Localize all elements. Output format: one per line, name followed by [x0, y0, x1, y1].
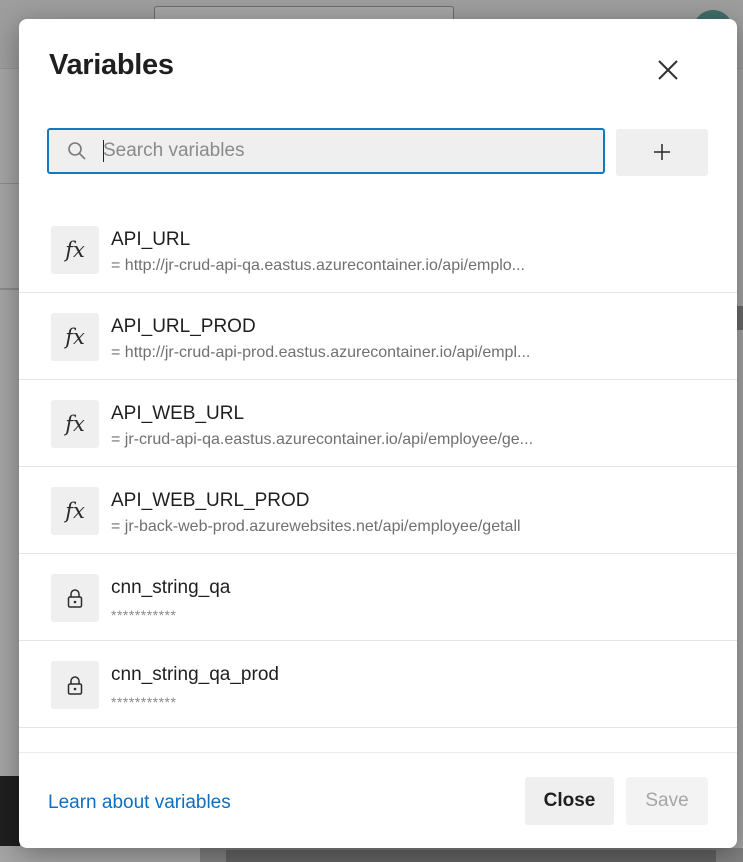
lock-icon-glyph — [67, 676, 83, 695]
fx-icon: fx — [51, 400, 99, 448]
variable-secret-value: *********** — [111, 607, 177, 623]
lock-icon — [51, 574, 99, 622]
fx-icon: fx — [51, 226, 99, 274]
search-box[interactable] — [47, 128, 605, 174]
variable-secret-value: *********** — [111, 694, 177, 710]
variable-value: = http://jr-crud-api-qa.eastus.azurecont… — [111, 257, 525, 274]
add-variable-button[interactable] — [616, 129, 708, 176]
variable-row[interactable]: fx API_WEB_URL = jr-crud-api-qa.eastus.a… — [19, 380, 737, 467]
fx-icon: fx — [51, 487, 99, 535]
variable-name: API_URL — [111, 229, 191, 250]
lock-icon-glyph — [67, 589, 83, 608]
lock-icon — [51, 661, 99, 709]
close-dialog-button[interactable] — [655, 57, 681, 83]
close-icon — [658, 60, 678, 80]
variable-row[interactable]: fx API_URL = http://jr-crud-api-qa.eastu… — [19, 206, 737, 293]
variable-list: fx API_URL = http://jr-crud-api-qa.eastu… — [19, 206, 737, 728]
variable-value: = jr-back-web-prod.azurewebsites.net/api… — [111, 518, 521, 535]
variable-row[interactable]: fx API_URL_PROD = http://jr-crud-api-pro… — [19, 293, 737, 380]
variable-row[interactable]: fx API_WEB_URL_PROD = jr-back-web-prod.a… — [19, 467, 737, 554]
variable-row[interactable]: cnn_string_qa_prod *********** — [19, 641, 737, 728]
close-button[interactable]: Close — [525, 777, 614, 825]
save-button[interactable]: Save — [626, 777, 708, 825]
footer-divider — [19, 752, 737, 753]
fx-icon: fx — [51, 313, 99, 361]
variable-value: = http://jr-crud-api-prod.eastus.azureco… — [111, 344, 531, 361]
plus-icon — [654, 144, 670, 160]
variable-row[interactable]: cnn_string_qa *********** — [19, 554, 737, 641]
variable-name: API_WEB_URL_PROD — [111, 490, 310, 511]
variable-name: API_WEB_URL — [111, 403, 245, 424]
learn-about-variables-link[interactable]: Learn about variables — [48, 792, 231, 814]
variables-dialog: Variables fx API_URL = http://jr-crud-ap… — [19, 19, 737, 848]
variable-name: cnn_string_qa_prod — [111, 664, 279, 685]
variable-value: = jr-crud-api-qa.eastus.azurecontainer.i… — [111, 431, 534, 448]
search-icon — [68, 142, 86, 160]
search-input[interactable] — [103, 134, 593, 168]
text-caret — [103, 140, 104, 162]
variable-name: cnn_string_qa — [111, 577, 231, 598]
variable-name: API_URL_PROD — [111, 316, 256, 337]
dialog-title: Variables — [49, 49, 174, 81]
